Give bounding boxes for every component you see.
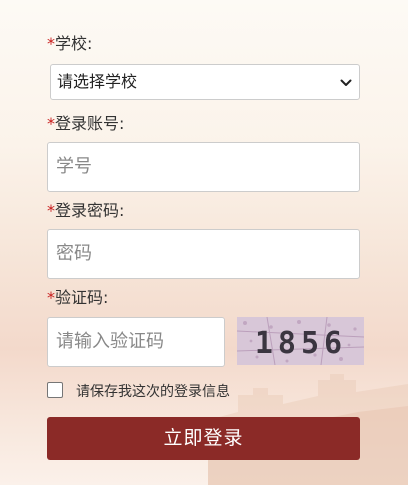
password-placeholder: 密码 [56, 243, 92, 264]
password-label-text: 登录密码: [55, 201, 125, 220]
chevron-down-icon [340, 79, 352, 86]
captcha-placeholder: 请输入验证码 [56, 331, 164, 352]
required-mark: * [47, 288, 55, 307]
required-mark: * [47, 34, 55, 53]
account-label-text: 登录账号: [55, 114, 125, 133]
password-input[interactable]: 密码 [47, 229, 360, 279]
account-label: *登录账号: [47, 113, 124, 135]
required-mark: * [47, 201, 55, 220]
login-form: *学校: 请选择学校 *登录账号: 学号 *登录密码: 密码 *验证码: 请输入… [0, 0, 408, 485]
school-label: *学校: [47, 33, 92, 55]
account-input[interactable]: 学号 [47, 142, 360, 192]
remember-checkbox[interactable] [47, 382, 63, 398]
captcha-input[interactable]: 请输入验证码 [47, 317, 225, 367]
captcha-image[interactable]: 1856 [237, 317, 364, 365]
school-select[interactable]: 请选择学校 [50, 64, 360, 100]
school-label-text: 学校: [55, 34, 93, 53]
captcha-code: 1856 [255, 326, 347, 361]
captcha-label: *验证码: [47, 287, 108, 309]
required-mark: * [47, 114, 55, 133]
login-button[interactable]: 立即登录 [47, 417, 360, 460]
password-label: *登录密码: [47, 200, 124, 222]
account-placeholder: 学号 [56, 156, 92, 177]
school-select-value: 请选择学校 [57, 72, 138, 91]
remember-label[interactable]: 请保存我这次的登录信息 [76, 383, 230, 401]
captcha-label-text: 验证码: [55, 288, 109, 307]
